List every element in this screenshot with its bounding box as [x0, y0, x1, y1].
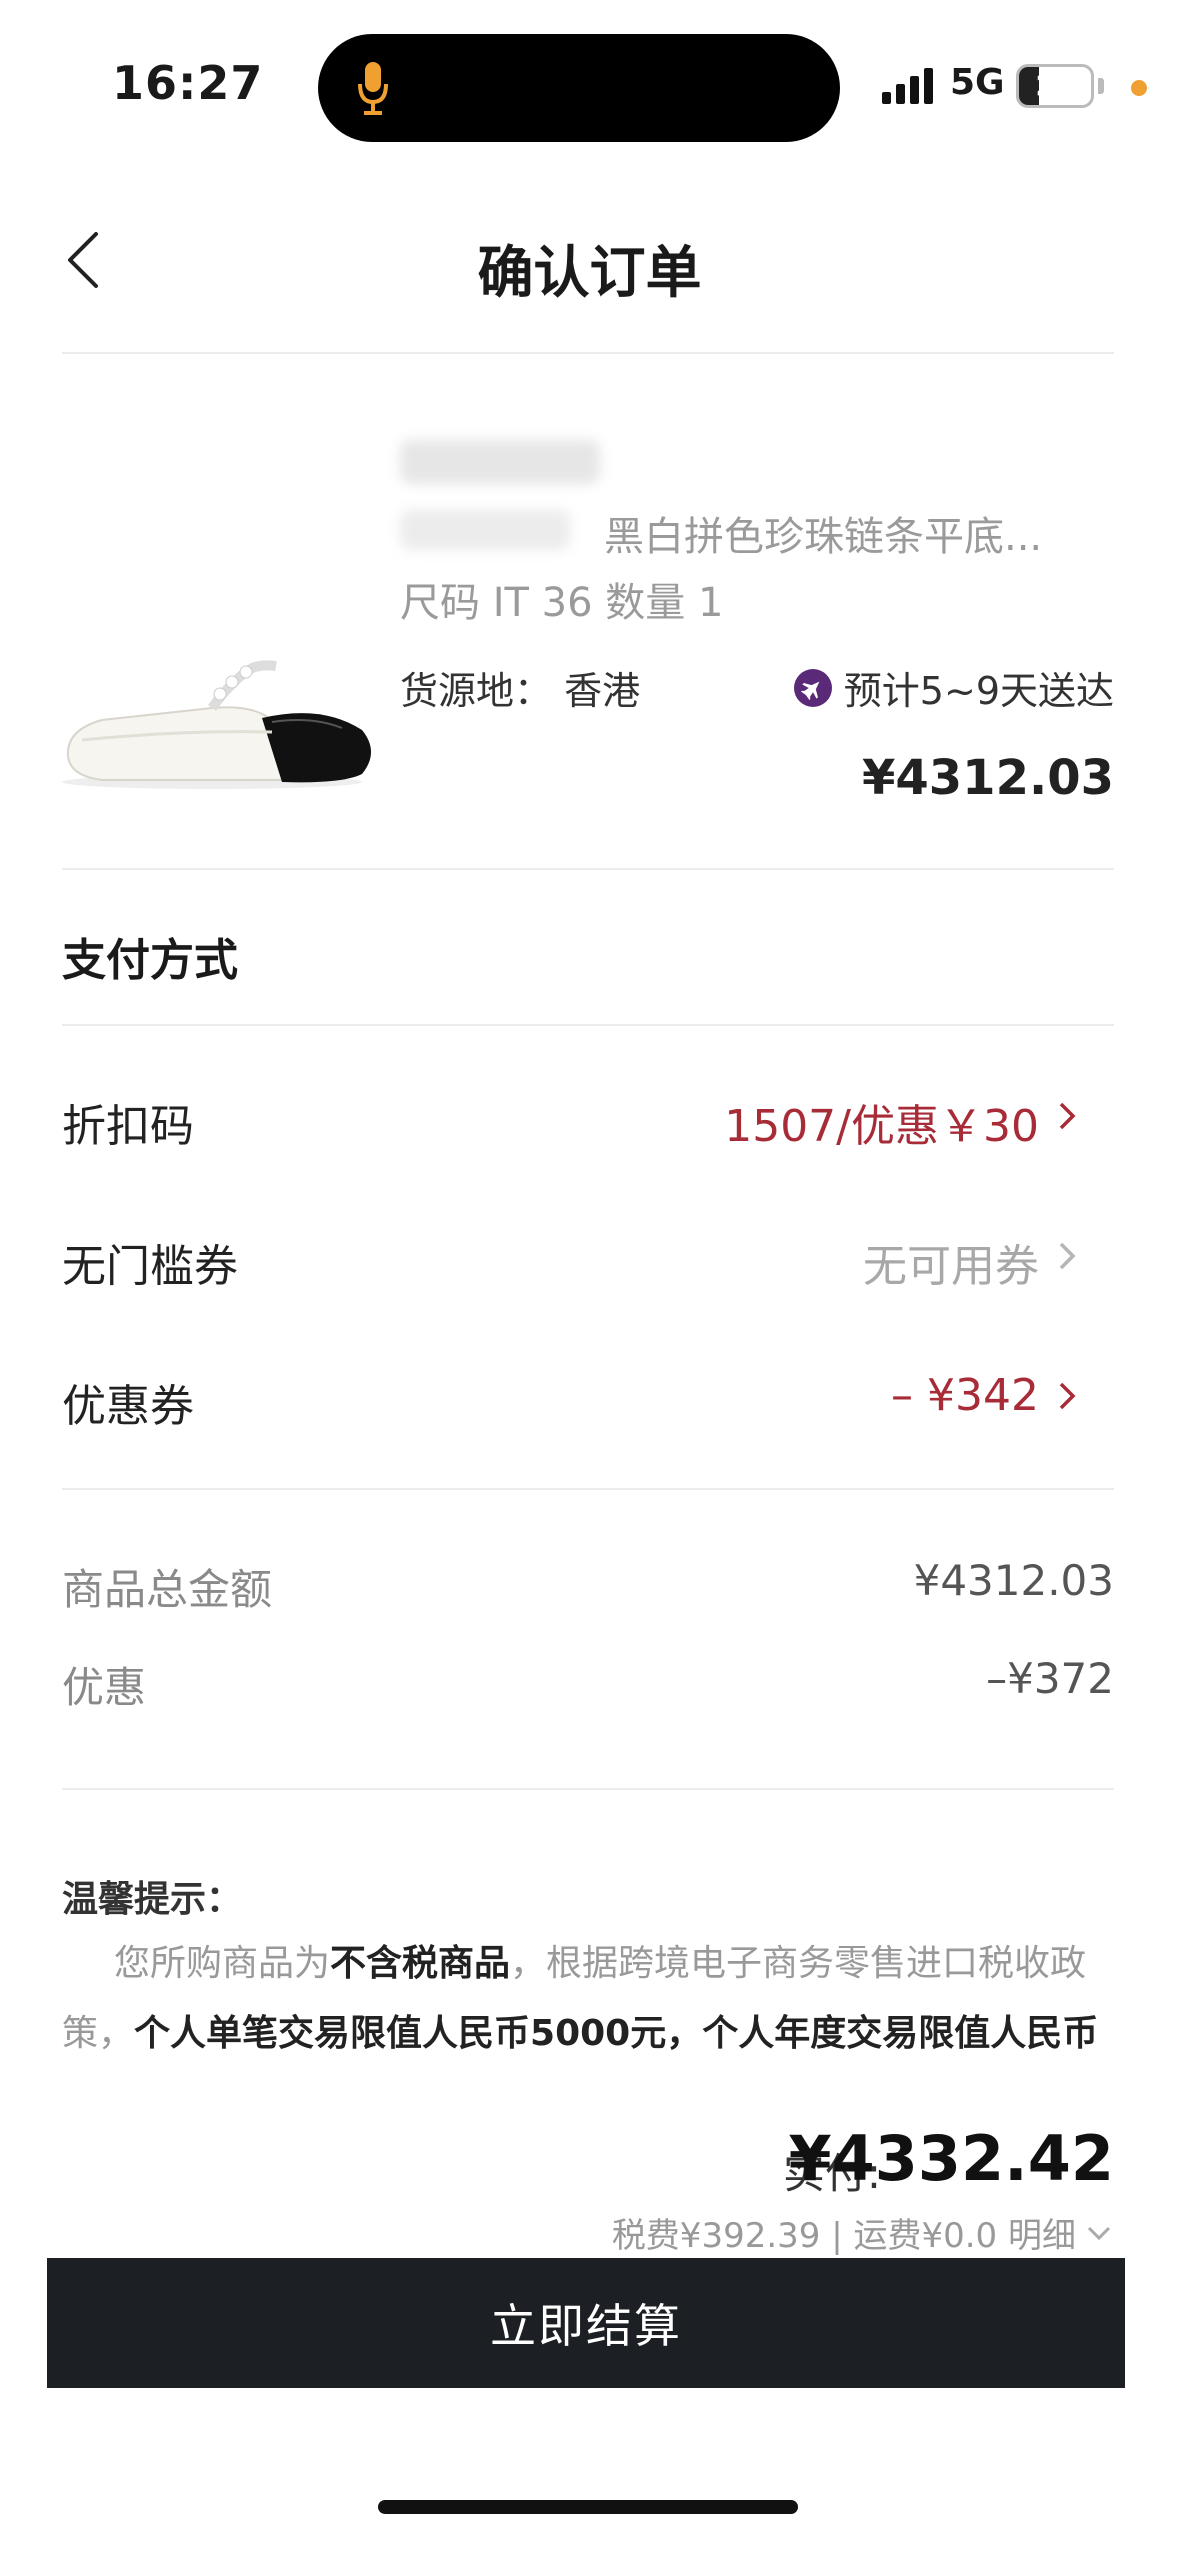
brand-subtitle-blurred	[400, 510, 570, 550]
divider	[62, 1024, 1114, 1026]
chevron-right-icon[interactable]	[1055, 1236, 1079, 1276]
notice-line-1: 您所购商品为不含税商品，根据跨境电子商务零售进口税收政	[62, 1934, 1122, 1986]
brand-name-blurred	[400, 440, 600, 484]
checkout-button[interactable]: 立即结算	[47, 2258, 1125, 2388]
product-name: 黑白拼色珍珠链条平底...	[604, 514, 1043, 560]
subtotal-value: ¥4312.03	[913, 1556, 1114, 1605]
product-image[interactable]	[62, 660, 380, 790]
notice-text: 策，	[62, 2013, 135, 2054]
microphone-icon	[358, 62, 388, 115]
notice-text: ，根据跨境电子商务零售进口税收政	[510, 1943, 1087, 1984]
product-size-quantity: 尺码 IT 36 数量 1	[400, 580, 724, 626]
no-threshold-coupon-value[interactable]: 无可用券	[863, 1230, 1039, 1294]
airplane-icon	[793, 668, 832, 707]
signal-icon	[882, 68, 938, 104]
product-price: ¥4312.03	[861, 750, 1114, 806]
network-type: 5G	[950, 62, 1005, 103]
divider	[62, 352, 1114, 354]
dynamic-island	[318, 34, 840, 142]
fee-details[interactable]: 税费¥392.39 | 运费¥0.0 明细	[612, 2208, 1114, 2257]
divider	[62, 1488, 1114, 1490]
amount-paid-value: ¥4332.42	[788, 2122, 1114, 2195]
notice-bold-text: 个人单笔交易限值人民币5000元，个人年度交易限值人民币	[134, 2013, 1099, 2054]
fee-details-text[interactable]: 税费¥392.39 | 运费¥0.0 明细	[612, 2208, 1076, 2257]
delivery-text: 预计5~9天送达	[843, 669, 1114, 713]
notice-bold-text: 不含税商品	[330, 1943, 511, 1984]
chevron-right-icon[interactable]	[1055, 1096, 1079, 1136]
discount-code-label[interactable]: 折扣码	[62, 1090, 194, 1154]
chevron-down-icon[interactable]	[1084, 2222, 1114, 2244]
payment-method-title: 支付方式	[62, 935, 238, 986]
status-time: 16:27	[112, 56, 264, 110]
coupon-value[interactable]: – ¥342	[891, 1370, 1039, 1421]
discount-code-value[interactable]: 1507/优惠￥30	[724, 1090, 1039, 1154]
page-title: 确认订单	[477, 241, 702, 306]
coupon-label[interactable]: 优惠券	[62, 1370, 194, 1434]
chevron-right-icon[interactable]	[1055, 1376, 1079, 1416]
privacy-indicator-dot	[1131, 80, 1147, 96]
home-indicator[interactable]	[378, 2500, 798, 2514]
delivery-estimate: 预计5~9天送达	[793, 660, 1114, 715]
discount-total-label: 优惠	[62, 1663, 147, 1712]
notice-line-2: 策，个人单笔交易限值人民币5000元，个人年度交易限值人民币	[62, 2004, 1122, 2056]
subtotal-label: 商品总金额	[62, 1565, 273, 1614]
discount-total-value: –¥372	[986, 1654, 1114, 1703]
divider	[62, 868, 1114, 870]
divider	[62, 1788, 1114, 1790]
no-threshold-coupon-label[interactable]: 无门槛券	[62, 1230, 238, 1294]
notice-title: 温馨提示：	[62, 1879, 243, 1920]
battery-icon: 28	[1016, 64, 1094, 108]
notice-text: 您所购商品为	[114, 1943, 331, 1984]
product-origin: 货源地： 香港	[400, 669, 641, 713]
battery-level: 28	[1035, 69, 1075, 102]
battery-cap	[1098, 78, 1104, 94]
